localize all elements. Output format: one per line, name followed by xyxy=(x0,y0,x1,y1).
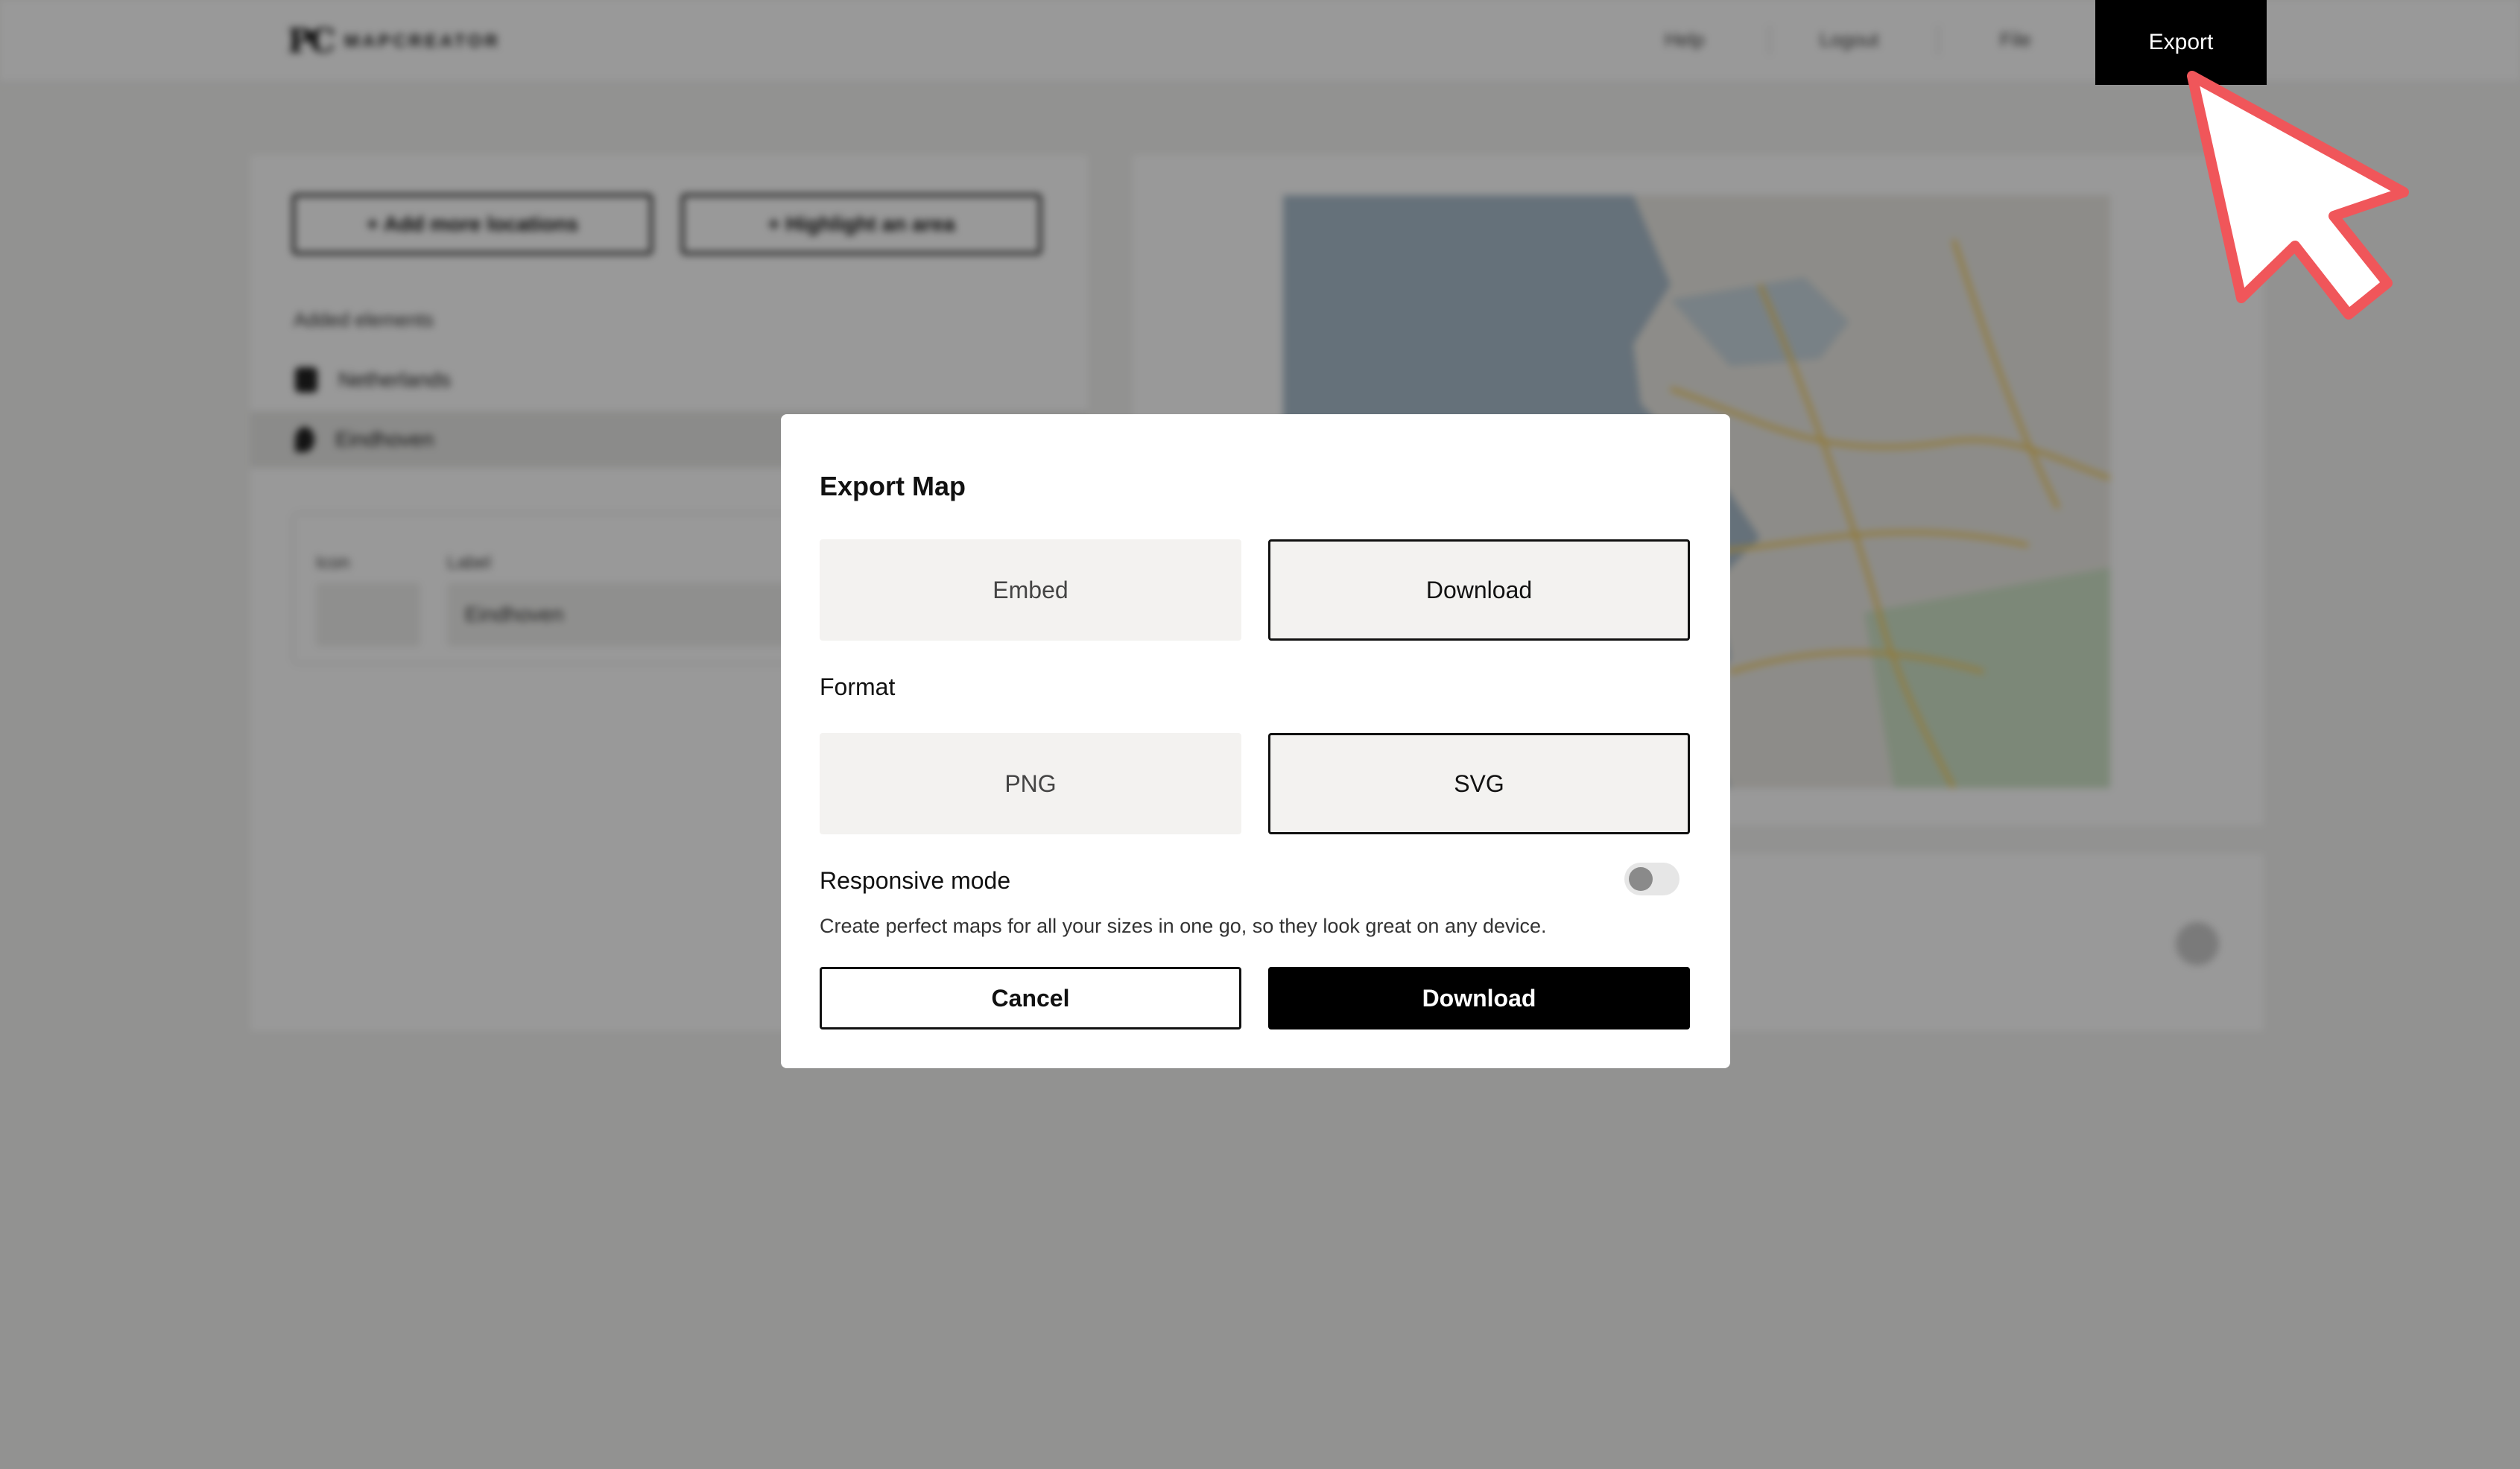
download-option[interactable]: Download xyxy=(1268,539,1690,641)
responsive-mode-helper: Create perfect maps for all your sizes i… xyxy=(820,915,1547,937)
responsive-mode-label: Responsive mode xyxy=(820,867,1011,894)
toggle-knob xyxy=(1629,867,1653,891)
png-option[interactable]: PNG xyxy=(820,733,1241,834)
dialog-title: Export Map xyxy=(820,471,966,501)
cancel-button[interactable]: Cancel xyxy=(820,967,1241,1029)
download-button[interactable]: Download xyxy=(1268,967,1690,1029)
format-label: Format xyxy=(820,673,896,700)
responsive-mode-toggle[interactable] xyxy=(1624,863,1680,895)
export-map-dialog: Export Map Embed Download Format PNG SVG… xyxy=(781,414,1730,1068)
svg-option[interactable]: SVG xyxy=(1268,733,1690,834)
pointer-arrow-icon xyxy=(2187,71,2409,320)
embed-option[interactable]: Embed xyxy=(820,539,1241,641)
